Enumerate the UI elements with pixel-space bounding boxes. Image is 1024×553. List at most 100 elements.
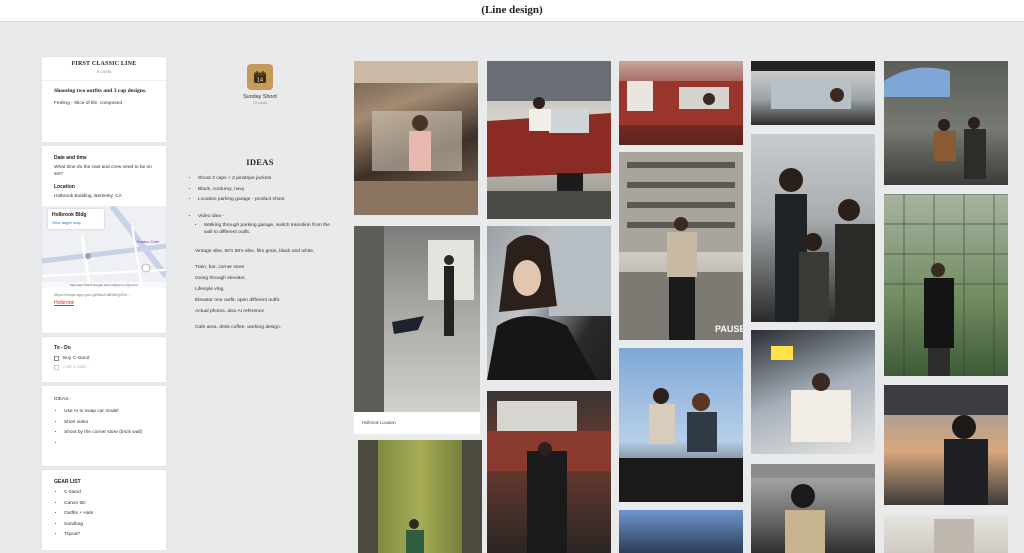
intro-text: Feeling - Slice of life, composed xyxy=(54,101,122,106)
board-name: Sunday Shoot xyxy=(243,94,277,100)
idea-line: Going through elevator, xyxy=(195,276,246,281)
todo-label: Buy C-stand xyxy=(63,356,90,361)
date-question: What time do the cast and crew need to b… xyxy=(54,165,152,177)
add-task-placeholder: Add a task... xyxy=(63,365,90,370)
photo-art xyxy=(354,226,474,412)
ideas-card-heading: IDEAS: xyxy=(54,397,70,402)
photo-art: PAUSE xyxy=(619,152,743,340)
photo-car-side-mirror[interactable] xyxy=(751,61,875,125)
gear-list: C-stand Canon 5D Outfits + Hats Sandbag … xyxy=(54,488,154,541)
photo-girl-portrait[interactable] xyxy=(487,226,611,380)
todo-item[interactable]: Buy C-stand xyxy=(54,354,154,363)
photo-sky-bottom[interactable] xyxy=(619,510,743,553)
photo-car-hood[interactable] xyxy=(487,391,611,553)
list-item: Shoot 3 caps + 2 pinstripe jackets xyxy=(198,174,335,185)
photo-car-sunset[interactable] xyxy=(884,385,1008,505)
map-url[interactable]: https://maps.app.goo.gl/MscKaBd9Uj4Sn... xyxy=(54,292,154,297)
video-bullets: Video idea - xyxy=(190,212,335,223)
video-sub-bullets: Walking through parking garage, switch t… xyxy=(190,222,335,236)
photo-tower-block[interactable] xyxy=(884,515,1008,553)
card-gear-list[interactable]: GEAR LIST C-stand Canon 5D Outfits + Hat… xyxy=(42,470,166,550)
list-item: Short video xyxy=(64,418,154,429)
photo-two-friends[interactable] xyxy=(619,348,743,502)
card-count: 8 cards xyxy=(96,69,112,74)
map-info-card[interactable]: Holbrook Bldg View larger map xyxy=(48,209,104,229)
idea-line: Lifestyle vlog, xyxy=(195,287,225,292)
list-item: Black, corduroy, navy xyxy=(198,185,335,196)
card-ideas[interactable]: IDEAS: Use AI to swap car model Short vi… xyxy=(42,386,166,466)
todo-heading: To - Do xyxy=(54,345,71,351)
photo-awning-two-men[interactable] xyxy=(884,61,1008,185)
middle-column: 14 Sunday Shoot 15 cards IDEAS Shoot 3 c… xyxy=(185,60,335,333)
ideas-bullets: Shoot 3 caps + 2 pinstripe jackets Black… xyxy=(190,174,335,206)
list-item: C-stand xyxy=(64,488,154,499)
card-header: FIRST CLASSIC LINE 8 cards xyxy=(42,57,166,81)
gear-heading: GEAR LIST xyxy=(54,479,81,485)
calendar-icon: 14 xyxy=(247,64,273,90)
pause-text: PAUSE xyxy=(715,324,743,334)
list-item: Shoot by the corner store (brick wall) xyxy=(64,428,154,439)
photo-art xyxy=(751,464,875,553)
list-item: Walking through parking garage, switch t… xyxy=(204,222,335,236)
photo-art xyxy=(354,61,478,215)
photo-art xyxy=(884,194,1008,376)
add-task-input[interactable]: Add a task... xyxy=(54,363,154,372)
idea-line: Cafe area, drink coffee, working design. xyxy=(195,325,282,330)
list-item: Location parking garage - product shoot xyxy=(198,195,335,206)
photo-elevator[interactable] xyxy=(358,440,482,553)
idea-line: Vintage vibe, 90's 80's vibe, film grain… xyxy=(195,249,315,254)
location-heading: Location xyxy=(54,184,75,190)
photo-car-sneakers[interactable] xyxy=(619,61,743,145)
board-link-sunday-shoot[interactable]: 14 Sunday Shoot 15 cards xyxy=(185,64,335,105)
photo-art xyxy=(619,81,743,125)
intro-heading: Shooting two outfits and 3 cap designs. xyxy=(54,88,147,94)
ideas-list: Use AI to swap car model Short video Sho… xyxy=(54,407,154,449)
photo-parking-garage[interactable] xyxy=(354,226,480,412)
photo-caption: Holbrook Location xyxy=(354,412,480,434)
embedded-map[interactable]: Holbrook Bldg View larger map Easton Caf… xyxy=(42,206,166,288)
ideas-document: Shoot 3 caps + 2 pinstripe jackets Black… xyxy=(185,174,335,333)
photo-car-headphones[interactable] xyxy=(751,464,875,553)
photo-art xyxy=(358,440,482,553)
photo-art xyxy=(771,346,851,442)
list-item: Tripod? xyxy=(64,530,154,541)
card-date-location[interactable]: Date and time What time do the cast and … xyxy=(42,146,166,333)
list-item: Outfits + Hats xyxy=(64,509,154,520)
map-url-label[interactable]: Holbrook xyxy=(54,300,154,306)
card-title: FIRST CLASSIC LINE xyxy=(71,61,137,67)
photo-art xyxy=(934,519,974,553)
location-value: Holbrook Building, Berkeley, CA xyxy=(54,194,122,199)
svg-text:14: 14 xyxy=(257,78,263,84)
top-bar: (Line design) xyxy=(0,0,1024,22)
checkbox-icon xyxy=(54,365,59,370)
photo-art xyxy=(751,61,875,109)
photo-fence-man[interactable] xyxy=(884,194,1008,376)
photo-car-window[interactable] xyxy=(751,330,875,454)
photo-art xyxy=(884,67,986,179)
idea-line: Actual photos, also AI reference xyxy=(195,309,265,314)
photo-art xyxy=(884,385,1008,505)
board-count: 15 cards xyxy=(252,101,268,105)
map-footer: Map data ©2024 Google Terms Report a map… xyxy=(42,282,166,288)
photo-housing-block[interactable]: PAUSE xyxy=(619,152,743,340)
photo-art xyxy=(775,168,875,322)
card-first-classic-line[interactable]: FIRST CLASSIC LINE 8 cards Shooting two … xyxy=(42,57,166,142)
photo-art xyxy=(619,388,743,502)
list-item: Canon 5D xyxy=(64,499,154,510)
page-title: (Line design) xyxy=(481,4,543,16)
photo-three-friends[interactable] xyxy=(751,134,875,322)
map-pin-label: Easton Cafe xyxy=(137,239,160,244)
photo-red-car[interactable] xyxy=(487,61,611,219)
photo-art xyxy=(487,226,611,380)
idea-line: Train, bar, corner store xyxy=(195,265,245,270)
list-item: Video idea - xyxy=(198,212,335,223)
ideas-title: IDEAS xyxy=(246,157,274,167)
date-heading: Date and time xyxy=(54,155,87,161)
left-column: FIRST CLASSIC LINE 8 cards Shooting two … xyxy=(42,57,166,553)
view-larger-map-link[interactable]: View larger map xyxy=(52,220,100,225)
checkbox-icon[interactable] xyxy=(54,356,59,361)
card-todo[interactable]: To - Do Buy C-stand Add a task... xyxy=(42,337,166,382)
photo-art xyxy=(487,401,611,553)
photo-car-interior[interactable] xyxy=(354,61,478,215)
